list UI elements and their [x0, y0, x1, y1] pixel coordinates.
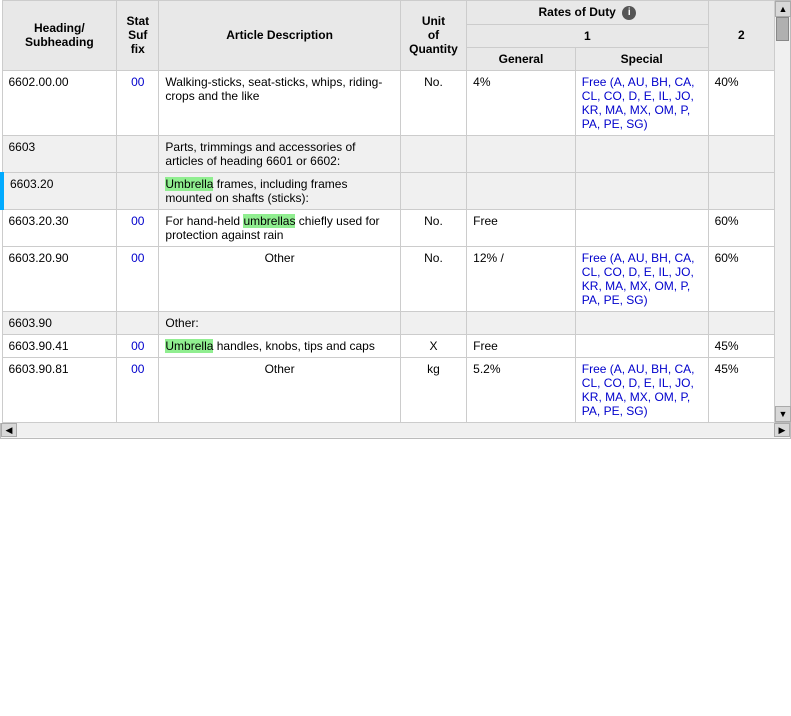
col1-subheader: 1 — [467, 24, 708, 47]
stat-cell: 00 — [117, 334, 159, 357]
col2-cell: 60% — [708, 246, 774, 311]
unit-cell: No. — [400, 70, 466, 135]
heading-cell: 6603.90.41 — [2, 334, 117, 357]
table-row: 6603.90.41 00 Umbrella handles, knobs, t… — [2, 334, 775, 357]
tariff-table: Heading/Subheading StatSuffix Article De… — [0, 0, 775, 423]
general-header: General — [467, 47, 576, 70]
col2-cell: 60% — [708, 209, 774, 246]
unit-cell: No. — [400, 209, 466, 246]
general-cell — [467, 172, 576, 209]
special-cell — [575, 311, 708, 334]
special-cell — [575, 135, 708, 172]
special-cell: Free (A, AU, BH, CA, CL, CO, D, E, IL, J… — [575, 357, 708, 422]
scroll-track[interactable] — [775, 17, 790, 406]
table-scroll-area: Heading/Subheading StatSuffix Article De… — [0, 0, 791, 423]
page-wrapper: Heading/Subheading StatSuffix Article De… — [0, 0, 791, 439]
table-row: 6603.20.30 00 For hand-held umbrellas ch… — [2, 209, 775, 246]
table-row: 6603.20.90 00 Other No. 12% / Free (A, A… — [2, 246, 775, 311]
highlight-umbrella: Umbrella — [165, 177, 213, 191]
general-cell: 5.2% — [467, 357, 576, 422]
col2-cell: 45% — [708, 334, 774, 357]
col2-cell — [708, 311, 774, 334]
unit-cell — [400, 311, 466, 334]
vertical-scrollbar[interactable]: ▲ ▼ — [775, 0, 791, 423]
stat-cell — [117, 311, 159, 334]
scroll-down-button[interactable]: ▼ — [775, 406, 791, 422]
table-row: 6603 Parts, trimmings and accessories of… — [2, 135, 775, 172]
info-icon[interactable]: i — [622, 6, 636, 20]
special-cell: Free (A, AU, BH, CA, CL, CO, D, E, IL, J… — [575, 70, 708, 135]
unit-cell: No. — [400, 246, 466, 311]
h-scroll-track[interactable] — [17, 423, 774, 437]
scroll-up-button[interactable]: ▲ — [775, 1, 791, 17]
special-link[interactable]: Free (A, AU, BH, CA, CL, CO, D, E, IL, J… — [582, 75, 695, 131]
unit-cell: X — [400, 334, 466, 357]
scroll-thumb[interactable] — [776, 17, 789, 41]
general-cell: 4% — [467, 70, 576, 135]
article-cell: For hand-held umbrellas chiefly used for… — [159, 209, 400, 246]
stat-cell: 00 — [117, 209, 159, 246]
highlight-umbrellas: umbrellas — [243, 214, 295, 228]
stat-link[interactable]: 00 — [131, 251, 144, 265]
heading-cell: 6603.20.30 — [2, 209, 117, 246]
unit-qty-header: UnitofQuantity — [400, 1, 466, 71]
special-cell — [575, 172, 708, 209]
heading-cell: 6603.90 — [2, 311, 117, 334]
special-cell — [575, 209, 708, 246]
main-table-wrap: Heading/Subheading StatSuffix Article De… — [0, 0, 775, 423]
general-cell: Free — [467, 209, 576, 246]
article-cell: Other: — [159, 311, 400, 334]
stat-cell: 00 — [117, 357, 159, 422]
scroll-right-button[interactable]: ▶ — [774, 423, 790, 437]
col2-header: 2 — [708, 1, 774, 71]
scroll-left-button[interactable]: ◀ — [1, 423, 17, 437]
stat-link[interactable]: 00 — [131, 75, 144, 89]
heading-subheading-header: Heading/Subheading — [2, 1, 117, 71]
article-cell: Walking-sticks, seat-sticks, whips, ridi… — [159, 70, 400, 135]
stat-suffix-header: StatSuffix — [117, 1, 159, 71]
special-link[interactable]: Free (A, AU, BH, CA, CL, CO, D, E, IL, J… — [582, 362, 695, 418]
unit-cell — [400, 172, 466, 209]
heading-cell: 6603.90.81 — [2, 357, 117, 422]
special-cell — [575, 334, 708, 357]
heading-cell: 6602.00.00 — [2, 70, 117, 135]
general-cell — [467, 135, 576, 172]
table-row: 6602.00.00 00 Walking-sticks, seat-stick… — [2, 70, 775, 135]
special-link[interactable]: Free (A, AU, BH, CA, CL, CO, D, E, IL, J… — [582, 251, 695, 307]
heading-cell: 6603.20 — [2, 172, 117, 209]
heading-cell: 6603 — [2, 135, 117, 172]
table-row: 6603.90.81 00 Other kg 5.2% Free (A, AU,… — [2, 357, 775, 422]
col2-cell — [708, 135, 774, 172]
stat-link[interactable]: 00 — [131, 339, 144, 353]
stat-cell: 00 — [117, 70, 159, 135]
article-cell: Parts, trimmings and accessories of arti… — [159, 135, 400, 172]
stat-cell — [117, 135, 159, 172]
table-row: 6603.20 Umbrella frames, including frame… — [2, 172, 775, 209]
col2-cell — [708, 172, 774, 209]
special-header: Special — [575, 47, 708, 70]
article-cell: Umbrella frames, including frames mounte… — [159, 172, 400, 209]
table-row: 6603.90 Other: — [2, 311, 775, 334]
article-cell: Other — [159, 246, 400, 311]
stat-link[interactable]: 00 — [131, 362, 144, 376]
stat-link[interactable]: 00 — [131, 214, 144, 228]
stat-cell: 00 — [117, 246, 159, 311]
horizontal-scrollbar[interactable]: ◀ ▶ — [0, 423, 791, 439]
general-cell: Free — [467, 334, 576, 357]
article-cell: Other — [159, 357, 400, 422]
special-cell: Free (A, AU, BH, CA, CL, CO, D, E, IL, J… — [575, 246, 708, 311]
general-cell: 12% / — [467, 246, 576, 311]
unit-cell: kg — [400, 357, 466, 422]
highlight-umbrella-2: Umbrella — [165, 339, 213, 353]
article-cell: Umbrella handles, knobs, tips and caps — [159, 334, 400, 357]
article-desc-header: Article Description — [159, 1, 400, 71]
col2-cell: 45% — [708, 357, 774, 422]
heading-cell: 6603.20.90 — [2, 246, 117, 311]
stat-cell — [117, 172, 159, 209]
unit-cell — [400, 135, 466, 172]
general-cell — [467, 311, 576, 334]
rates-of-duty-header: Rates of Duty i — [467, 1, 708, 25]
col2-cell: 40% — [708, 70, 774, 135]
